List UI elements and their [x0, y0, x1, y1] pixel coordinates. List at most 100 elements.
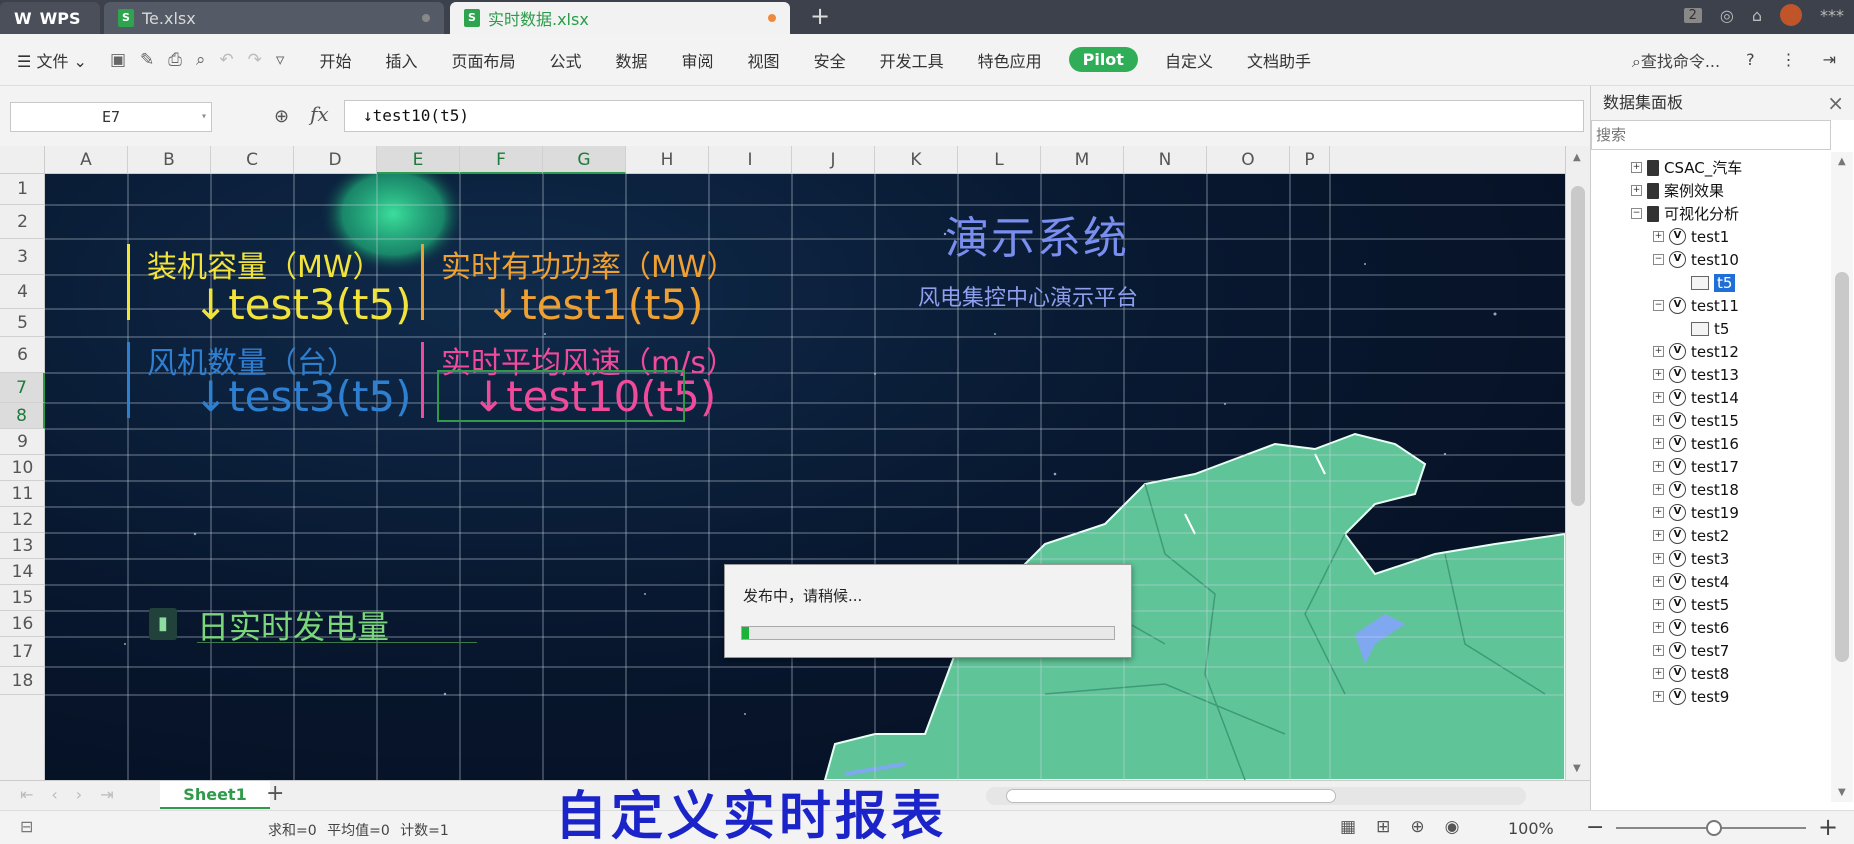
horizontal-scrollbar[interactable]: [986, 787, 1526, 805]
expand-icon[interactable]: +: [1653, 231, 1664, 242]
zoom-level[interactable]: 100%: [1508, 819, 1554, 838]
row-header[interactable]: 11: [0, 481, 45, 507]
name-box[interactable]: E7 ▾: [10, 102, 212, 132]
expand-icon[interactable]: +: [1653, 553, 1664, 564]
vertical-scrollbar[interactable]: ▲ ▼: [1565, 146, 1590, 780]
dataset-search-input[interactable]: [1591, 120, 1831, 150]
menu-item[interactable]: 特色应用: [961, 48, 1059, 72]
row-header[interactable]: 13: [0, 533, 45, 559]
zoom-out-button[interactable]: −: [1586, 815, 1604, 840]
row-header[interactable]: 4: [0, 275, 45, 309]
scroll-up-icon[interactable]: ▲: [1838, 156, 1846, 167]
pin-icon[interactable]: ⇥: [1823, 50, 1836, 69]
print-preview-icon[interactable]: ⌕: [196, 50, 206, 70]
menu-item[interactable]: 插入: [368, 48, 434, 72]
avatar[interactable]: [1780, 4, 1802, 26]
redo-icon[interactable]: ↷: [248, 50, 262, 70]
column-header[interactable]: C: [211, 146, 294, 174]
eye-protect-icon[interactable]: ◉: [1445, 817, 1460, 837]
row-header[interactable]: 2: [0, 205, 45, 239]
row-header[interactable]: 12: [0, 507, 45, 533]
fx-icon[interactable]: fx: [310, 102, 329, 126]
column-header[interactable]: F: [460, 146, 543, 174]
menu-item[interactable]: 开发工具: [863, 48, 961, 72]
column-header[interactable]: M: [1041, 146, 1124, 174]
find-command[interactable]: ⌕查找命令...: [1632, 48, 1720, 72]
shirt-icon[interactable]: ⌂: [1752, 6, 1762, 25]
close-icon[interactable]: ×: [1827, 86, 1844, 120]
menu-item[interactable]: 数据: [599, 48, 665, 72]
zoom-formula-icon[interactable]: ⊕: [274, 106, 289, 127]
row-header[interactable]: 5: [0, 309, 45, 337]
column-header[interactable]: J: [792, 146, 875, 174]
expand-icon[interactable]: +: [1653, 691, 1664, 702]
tab-te-xlsx[interactable]: S Te.xlsx: [104, 2, 444, 34]
row-header[interactable]: 6: [0, 337, 45, 373]
print-icon[interactable]: ⎙: [168, 50, 182, 70]
undo-icon[interactable]: ↶: [219, 50, 233, 70]
sheet-nav-arrows[interactable]: ⇤‹›⇥: [20, 785, 132, 804]
expand-icon[interactable]: +: [1653, 369, 1664, 380]
menu-item[interactable]: 自定义: [1148, 48, 1230, 72]
collapse-icon[interactable]: −: [1653, 254, 1664, 265]
collapse-icon[interactable]: −: [1653, 300, 1664, 311]
customize-toolbar-icon[interactable]: ▿: [276, 50, 285, 70]
expand-icon[interactable]: +: [1653, 645, 1664, 656]
scroll-down-icon[interactable]: ▼: [1573, 763, 1581, 774]
sheet-tab[interactable]: Sheet1: [160, 781, 270, 809]
pilot-button[interactable]: Pilot: [1068, 47, 1138, 72]
scroll-thumb[interactable]: [1835, 272, 1849, 662]
page-break-view-icon[interactable]: ⊞: [1376, 817, 1390, 837]
row-header[interactable]: 17: [0, 637, 45, 667]
formula-input[interactable]: ↓test10(t5): [344, 100, 1584, 132]
zoom-slider-knob[interactable]: [1706, 820, 1722, 836]
normal-view-icon[interactable]: ▦: [1340, 817, 1356, 837]
menu-item[interactable]: 视图: [731, 48, 797, 72]
scroll-thumb[interactable]: [1571, 186, 1585, 506]
save-icon[interactable]: ▣: [110, 50, 126, 70]
column-header[interactable]: H: [626, 146, 709, 174]
more-icon[interactable]: ⋮: [1781, 50, 1797, 69]
format-painter-icon[interactable]: ✎: [140, 50, 154, 70]
macro-icon[interactable]: ⊟: [20, 817, 33, 836]
row-header[interactable]: 1: [0, 174, 45, 205]
column-header[interactable]: B: [128, 146, 211, 174]
select-all-corner[interactable]: [0, 146, 45, 174]
chevron-down-icon[interactable]: ▾: [201, 103, 207, 131]
row-header[interactable]: 16: [0, 611, 45, 637]
page-layout-icon[interactable]: ⊕: [1410, 817, 1424, 837]
expand-icon[interactable]: +: [1653, 438, 1664, 449]
column-header[interactable]: E: [377, 146, 460, 174]
skin-icon[interactable]: ◎: [1720, 6, 1734, 25]
column-header[interactable]: G: [543, 146, 626, 174]
tab-realtime-xlsx[interactable]: S 实时数据.xlsx: [450, 2, 790, 34]
row-header[interactable]: 15: [0, 585, 45, 611]
expand-icon[interactable]: +: [1653, 668, 1664, 679]
menu-item[interactable]: 文档助手: [1230, 48, 1328, 72]
menu-item[interactable]: 页面布局: [434, 48, 532, 72]
expand-icon[interactable]: +: [1631, 162, 1642, 173]
selected-cell-outline[interactable]: [437, 370, 685, 422]
expand-icon[interactable]: +: [1653, 484, 1664, 495]
expand-icon[interactable]: +: [1653, 599, 1664, 610]
menu-item[interactable]: 开始: [302, 48, 368, 72]
expand-icon[interactable]: +: [1653, 507, 1664, 518]
column-header[interactable]: A: [45, 146, 128, 174]
zoom-in-button[interactable]: +: [1818, 813, 1838, 841]
expand-icon[interactable]: +: [1653, 576, 1664, 587]
unsaved-dot-icon[interactable]: [768, 14, 776, 22]
row-header[interactable]: 9: [0, 429, 45, 455]
column-header[interactable]: O: [1207, 146, 1290, 174]
expand-icon[interactable]: +: [1653, 530, 1664, 541]
column-header[interactable]: D: [294, 146, 377, 174]
menu-item[interactable]: 审阅: [665, 48, 731, 72]
scroll-up-icon[interactable]: ▲: [1573, 152, 1581, 163]
tab-wps-home[interactable]: W WPS: [0, 2, 100, 34]
file-menu[interactable]: ☰ 文件 ⌄: [0, 48, 104, 72]
column-header[interactable]: K: [875, 146, 958, 174]
expand-icon[interactable]: +: [1631, 185, 1642, 196]
scroll-thumb[interactable]: [1006, 789, 1336, 803]
expand-icon[interactable]: +: [1653, 346, 1664, 357]
new-tab-button[interactable]: +: [808, 2, 832, 32]
scroll-down-icon[interactable]: ▼: [1838, 787, 1846, 798]
